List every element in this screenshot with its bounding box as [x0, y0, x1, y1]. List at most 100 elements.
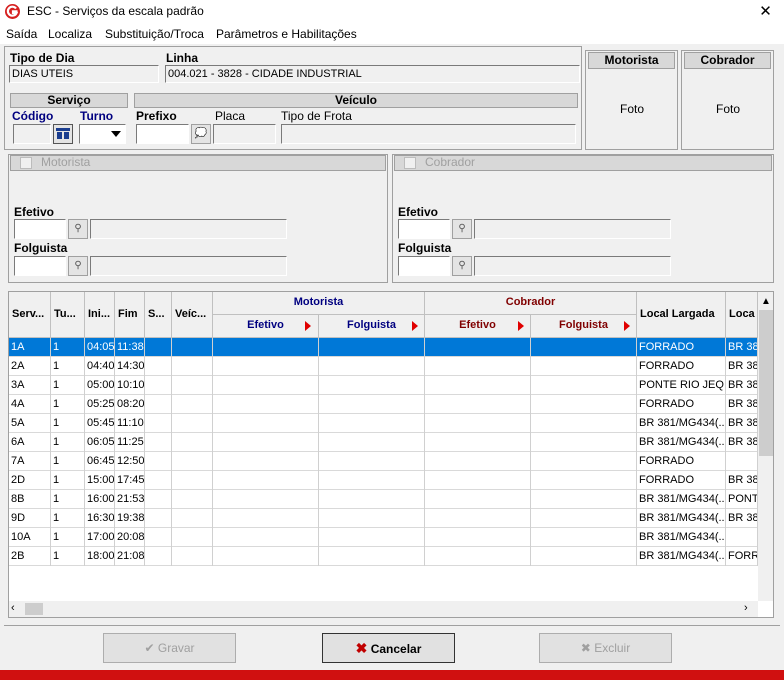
table-cell: BR 381/MG434(... [637, 509, 726, 528]
table-cell [145, 433, 172, 452]
horizontal-scroll-thumb[interactable] [25, 603, 43, 615]
motorista-efetivo-binoculars-icon[interactable]: ⚲ [68, 219, 88, 239]
prefixo-binoculars-icon[interactable]: 💭 [191, 124, 211, 144]
tipo-dia-field[interactable]: DIAS UTEIS [9, 65, 159, 83]
table-cell [172, 490, 213, 509]
codigo-label: Código [12, 109, 54, 123]
prefixo-field[interactable] [136, 124, 189, 144]
table-cell: FORRADO [637, 471, 726, 490]
tipo-frota-label: Tipo de Frota [281, 109, 352, 123]
table-row[interactable]: 8B 1 16:00 21:53 BR 381/MG434(... PONT [9, 490, 758, 509]
table-row[interactable]: 10A 1 17:00 20:08 BR 381/MG434(... [9, 528, 758, 547]
app-logo-icon [5, 4, 20, 19]
gravar-button[interactable]: ✔︎ Gravar [103, 633, 236, 663]
table-cell [531, 471, 637, 490]
col-header-local-largada[interactable]: Local Largada [637, 292, 726, 338]
col-header-local-2[interactable]: Loca [726, 292, 758, 338]
col-header-veic[interactable]: Veíc... [172, 292, 213, 338]
table-cell: 1 [51, 376, 85, 395]
table-row[interactable]: 2A 1 04:40 14:30 FORRADO BR 38 [9, 357, 758, 376]
table-cell [213, 376, 319, 395]
col-header-s[interactable]: S... [145, 292, 172, 338]
table-cell: 12:50 [115, 452, 145, 471]
motorista-efetivo-name [90, 219, 287, 239]
table-cell: 11:25 [115, 433, 145, 452]
scroll-left-icon[interactable]: ‹ [11, 602, 15, 614]
cobrador-checkbox[interactable] [404, 157, 416, 169]
col-header-motorista-folguista[interactable]: Folguista [319, 315, 425, 338]
menu-parametros-habilitacoes[interactable]: Parâmetros e Habilitações [216, 27, 357, 41]
codigo-search-icon[interactable] [53, 124, 73, 144]
table-cell: 1 [51, 395, 85, 414]
motorista-efetivo-field[interactable] [14, 219, 66, 239]
motorista-checkbox[interactable] [20, 157, 32, 169]
table-cell: BR 381/MG434(... [637, 528, 726, 547]
linha-label: Linha [166, 51, 198, 65]
motorista-folguista-field[interactable] [14, 256, 66, 276]
col-header-serv[interactable]: Serv... [9, 292, 51, 338]
cobrador-folguista-field[interactable] [398, 256, 450, 276]
table-row[interactable]: 2D 1 15:00 17:45 FORRADO BR 38 [9, 471, 758, 490]
table-row[interactable]: 3A 1 05:00 10:10 PONTE RIO JEQ... BR 38 [9, 376, 758, 395]
col-header-cobrador: Cobrador [425, 292, 637, 315]
table-cell: BR 381/MG434(... [637, 433, 726, 452]
motorista-photo-title: Motorista [588, 52, 675, 69]
cobrador-folguista-label: Folguista [398, 241, 452, 255]
services-grid[interactable]: Serv... Tu... Ini... Fim S... Veíc... Mo… [8, 291, 774, 618]
excluir-button[interactable]: ✖︎ Excluir [539, 633, 672, 663]
table-cell [319, 395, 425, 414]
col-header-fim[interactable]: Fim [115, 292, 145, 338]
table-cell: 21:53 [115, 490, 145, 509]
table-cell [726, 528, 758, 547]
turno-select[interactable] [79, 124, 126, 144]
table-row[interactable]: 1A 1 04:05 11:38 FORRADO BR 38 [9, 338, 758, 357]
linha-field[interactable]: 004.021 - 3828 - CIDADE INDUSTRIAL [165, 65, 580, 83]
col-header-cobrador-efetivo[interactable]: Efetivo [425, 315, 531, 338]
scroll-right-icon[interactable]: › [744, 602, 748, 614]
vertical-scrollbar[interactable]: ▲ [758, 292, 773, 601]
menu-saida[interactable]: Saída [6, 27, 37, 41]
table-cell [172, 376, 213, 395]
table-row[interactable]: 6A 1 06:05 11:25 BR 381/MG434(... BR 38 [9, 433, 758, 452]
scroll-up-icon[interactable]: ▲ [761, 296, 771, 307]
table-cell [319, 471, 425, 490]
motorista-folguista-name [90, 256, 287, 276]
table-row[interactable]: 9D 1 16:30 19:38 BR 381/MG434(... BR 38 [9, 509, 758, 528]
table-cell: 15:00 [85, 471, 115, 490]
codigo-field[interactable] [13, 124, 51, 144]
table-cell: 2A [9, 357, 51, 376]
table-cell [319, 528, 425, 547]
table-row[interactable]: 2B 1 18:00 21:08 BR 381/MG434(... FORR [9, 547, 758, 566]
table-cell [319, 414, 425, 433]
table-cell [145, 395, 172, 414]
table-cell: 1A [9, 338, 51, 357]
close-icon[interactable]: ✕ [747, 0, 784, 24]
horizontal-scrollbar[interactable]: ‹ › [9, 601, 758, 617]
menu-localiza[interactable]: Localiza [48, 27, 92, 41]
table-cell: 08:20 [115, 395, 145, 414]
motorista-folguista-label: Folguista [14, 241, 68, 255]
col-header-cobrador-folguista[interactable]: Folguista [531, 315, 637, 338]
menu-substituicao-troca[interactable]: Substituição/Troca [105, 27, 204, 41]
vertical-scroll-thumb[interactable] [759, 310, 773, 456]
col-header-motorista-efetivo[interactable]: Efetivo [213, 315, 319, 338]
cobrador-efetivo-binoculars-icon[interactable]: ⚲ [452, 219, 472, 239]
table-cell [172, 528, 213, 547]
table-cell: BR 38 [726, 357, 758, 376]
table-cell: BR 381/MG434(... [637, 547, 726, 566]
cobrador-efetivo-field[interactable] [398, 219, 450, 239]
table-row[interactable]: 4A 1 05:25 08:20 FORRADO BR 38 [9, 395, 758, 414]
table-row[interactable]: 7A 1 06:45 12:50 FORRADO [9, 452, 758, 471]
table-row[interactable]: 5A 1 05:45 11:10 BR 381/MG434(... BR 38 [9, 414, 758, 433]
table-cell: 4A [9, 395, 51, 414]
cancelar-button[interactable]: ✖︎ Cancelar [322, 633, 455, 663]
motorista-folguista-binoculars-icon[interactable]: ⚲ [68, 256, 88, 276]
table-cell: BR 381/MG434(... [637, 414, 726, 433]
col-header-tu[interactable]: Tu... [51, 292, 85, 338]
cobrador-folguista-binoculars-icon[interactable]: ⚲ [452, 256, 472, 276]
table-cell [531, 338, 637, 357]
col-header-ini[interactable]: Ini... [85, 292, 115, 338]
motorista-foto: Foto [620, 102, 645, 116]
table-cell [172, 433, 213, 452]
cobrador-photo-title: Cobrador [684, 52, 771, 69]
